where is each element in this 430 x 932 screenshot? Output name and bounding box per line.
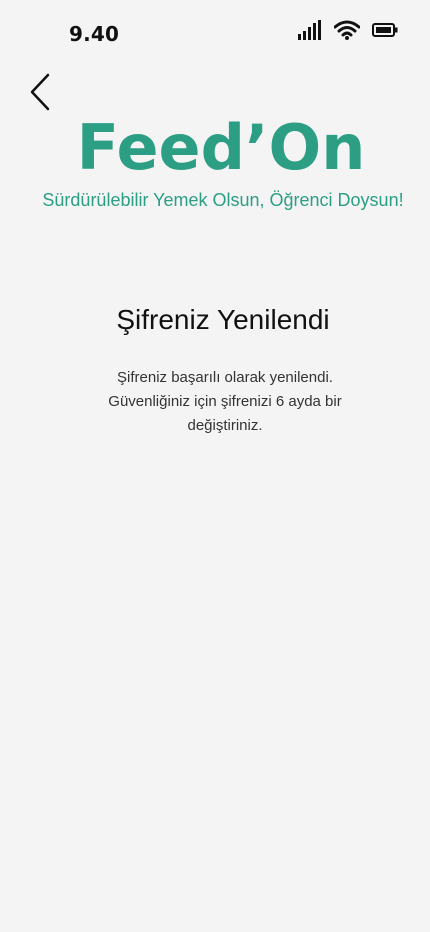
success-message-line: değiştiriniz.: [187, 417, 263, 434]
wifi-icon: [334, 20, 360, 40]
status-icons: [298, 20, 398, 40]
brand-tagline: Sürdürülebilir Yemek Olsun, Öğrenci Doys…: [42, 190, 404, 210]
success-message-line: Güvenliğiniz için şifrenizi 6 ayda bir: [108, 393, 342, 410]
status-bar: 9.40: [0, 0, 430, 60]
signal-icon: [298, 20, 322, 40]
brand-title: Feed’On: [76, 111, 366, 184]
chevron-left-icon: [28, 73, 52, 111]
battery-icon: [372, 23, 398, 37]
success-message: Şifreniz başarılı olarak yenilendi. Güve…: [80, 366, 370, 438]
page-title: Şifreniz Yenilendi: [116, 304, 330, 335]
status-time: 9.40: [69, 22, 120, 46]
success-message-line: Şifreniz başarılı olarak yenilendi.: [117, 369, 333, 386]
